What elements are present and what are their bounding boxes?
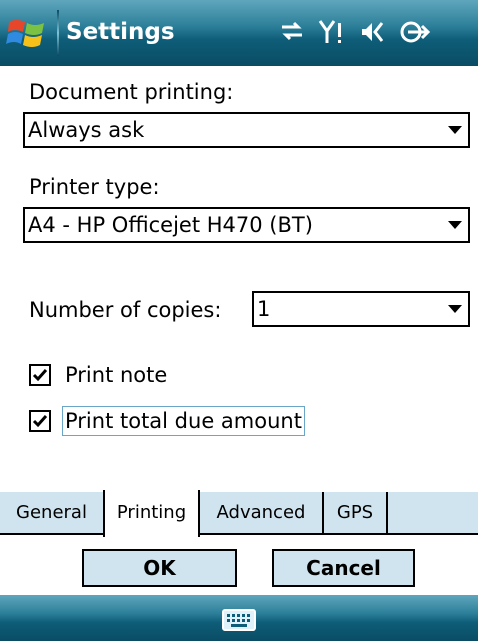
- keyboard-icon[interactable]: [222, 609, 256, 631]
- title-bar: Settings: [0, 0, 478, 66]
- chevron-down-icon[interactable]: [448, 221, 462, 229]
- volume-icon[interactable]: [358, 17, 388, 47]
- start-flag-icon[interactable]: [6, 14, 48, 52]
- cancel-button[interactable]: Cancel: [272, 549, 415, 587]
- tab-strip: General Printing Advanced GPS: [0, 490, 478, 537]
- print-note-label[interactable]: Print note: [65, 361, 167, 389]
- print-total-label[interactable]: Print total due amount: [62, 406, 305, 436]
- checkmark-icon: [32, 369, 48, 382]
- ok-button[interactable]: OK: [82, 549, 237, 587]
- document-printing-label: Document printing:: [29, 80, 234, 104]
- copies-select[interactable]: 1: [252, 291, 470, 327]
- tab-gps[interactable]: GPS: [324, 492, 388, 535]
- print-note-checkbox[interactable]: [29, 364, 51, 386]
- printer-type-select[interactable]: A4 - HP Officejet H470 (BT): [23, 207, 470, 243]
- tab-printing[interactable]: Printing: [103, 490, 200, 537]
- printer-type-label: Printer type:: [29, 175, 160, 199]
- print-total-checkbox[interactable]: [29, 410, 51, 432]
- chevron-down-icon[interactable]: [448, 126, 462, 134]
- copies-value: 1: [257, 297, 271, 321]
- battery-icon[interactable]: [398, 17, 432, 47]
- tab-strip-filler: [388, 492, 478, 535]
- chevron-down-icon[interactable]: [448, 305, 462, 313]
- document-printing-select[interactable]: Always ask: [23, 112, 470, 148]
- checkmark-icon: [32, 415, 48, 428]
- bottom-bar: [0, 595, 478, 641]
- signal-icon[interactable]: [318, 17, 348, 47]
- document-printing-value: Always ask: [28, 118, 145, 142]
- printer-type-value: A4 - HP Officejet H470 (BT): [28, 213, 313, 237]
- connectivity-icon[interactable]: [278, 17, 306, 47]
- copies-label: Number of copies:: [29, 298, 222, 322]
- tab-general[interactable]: General: [0, 492, 105, 535]
- window-title: Settings: [66, 19, 175, 45]
- title-separator: [57, 10, 59, 56]
- tab-advanced[interactable]: Advanced: [200, 492, 324, 535]
